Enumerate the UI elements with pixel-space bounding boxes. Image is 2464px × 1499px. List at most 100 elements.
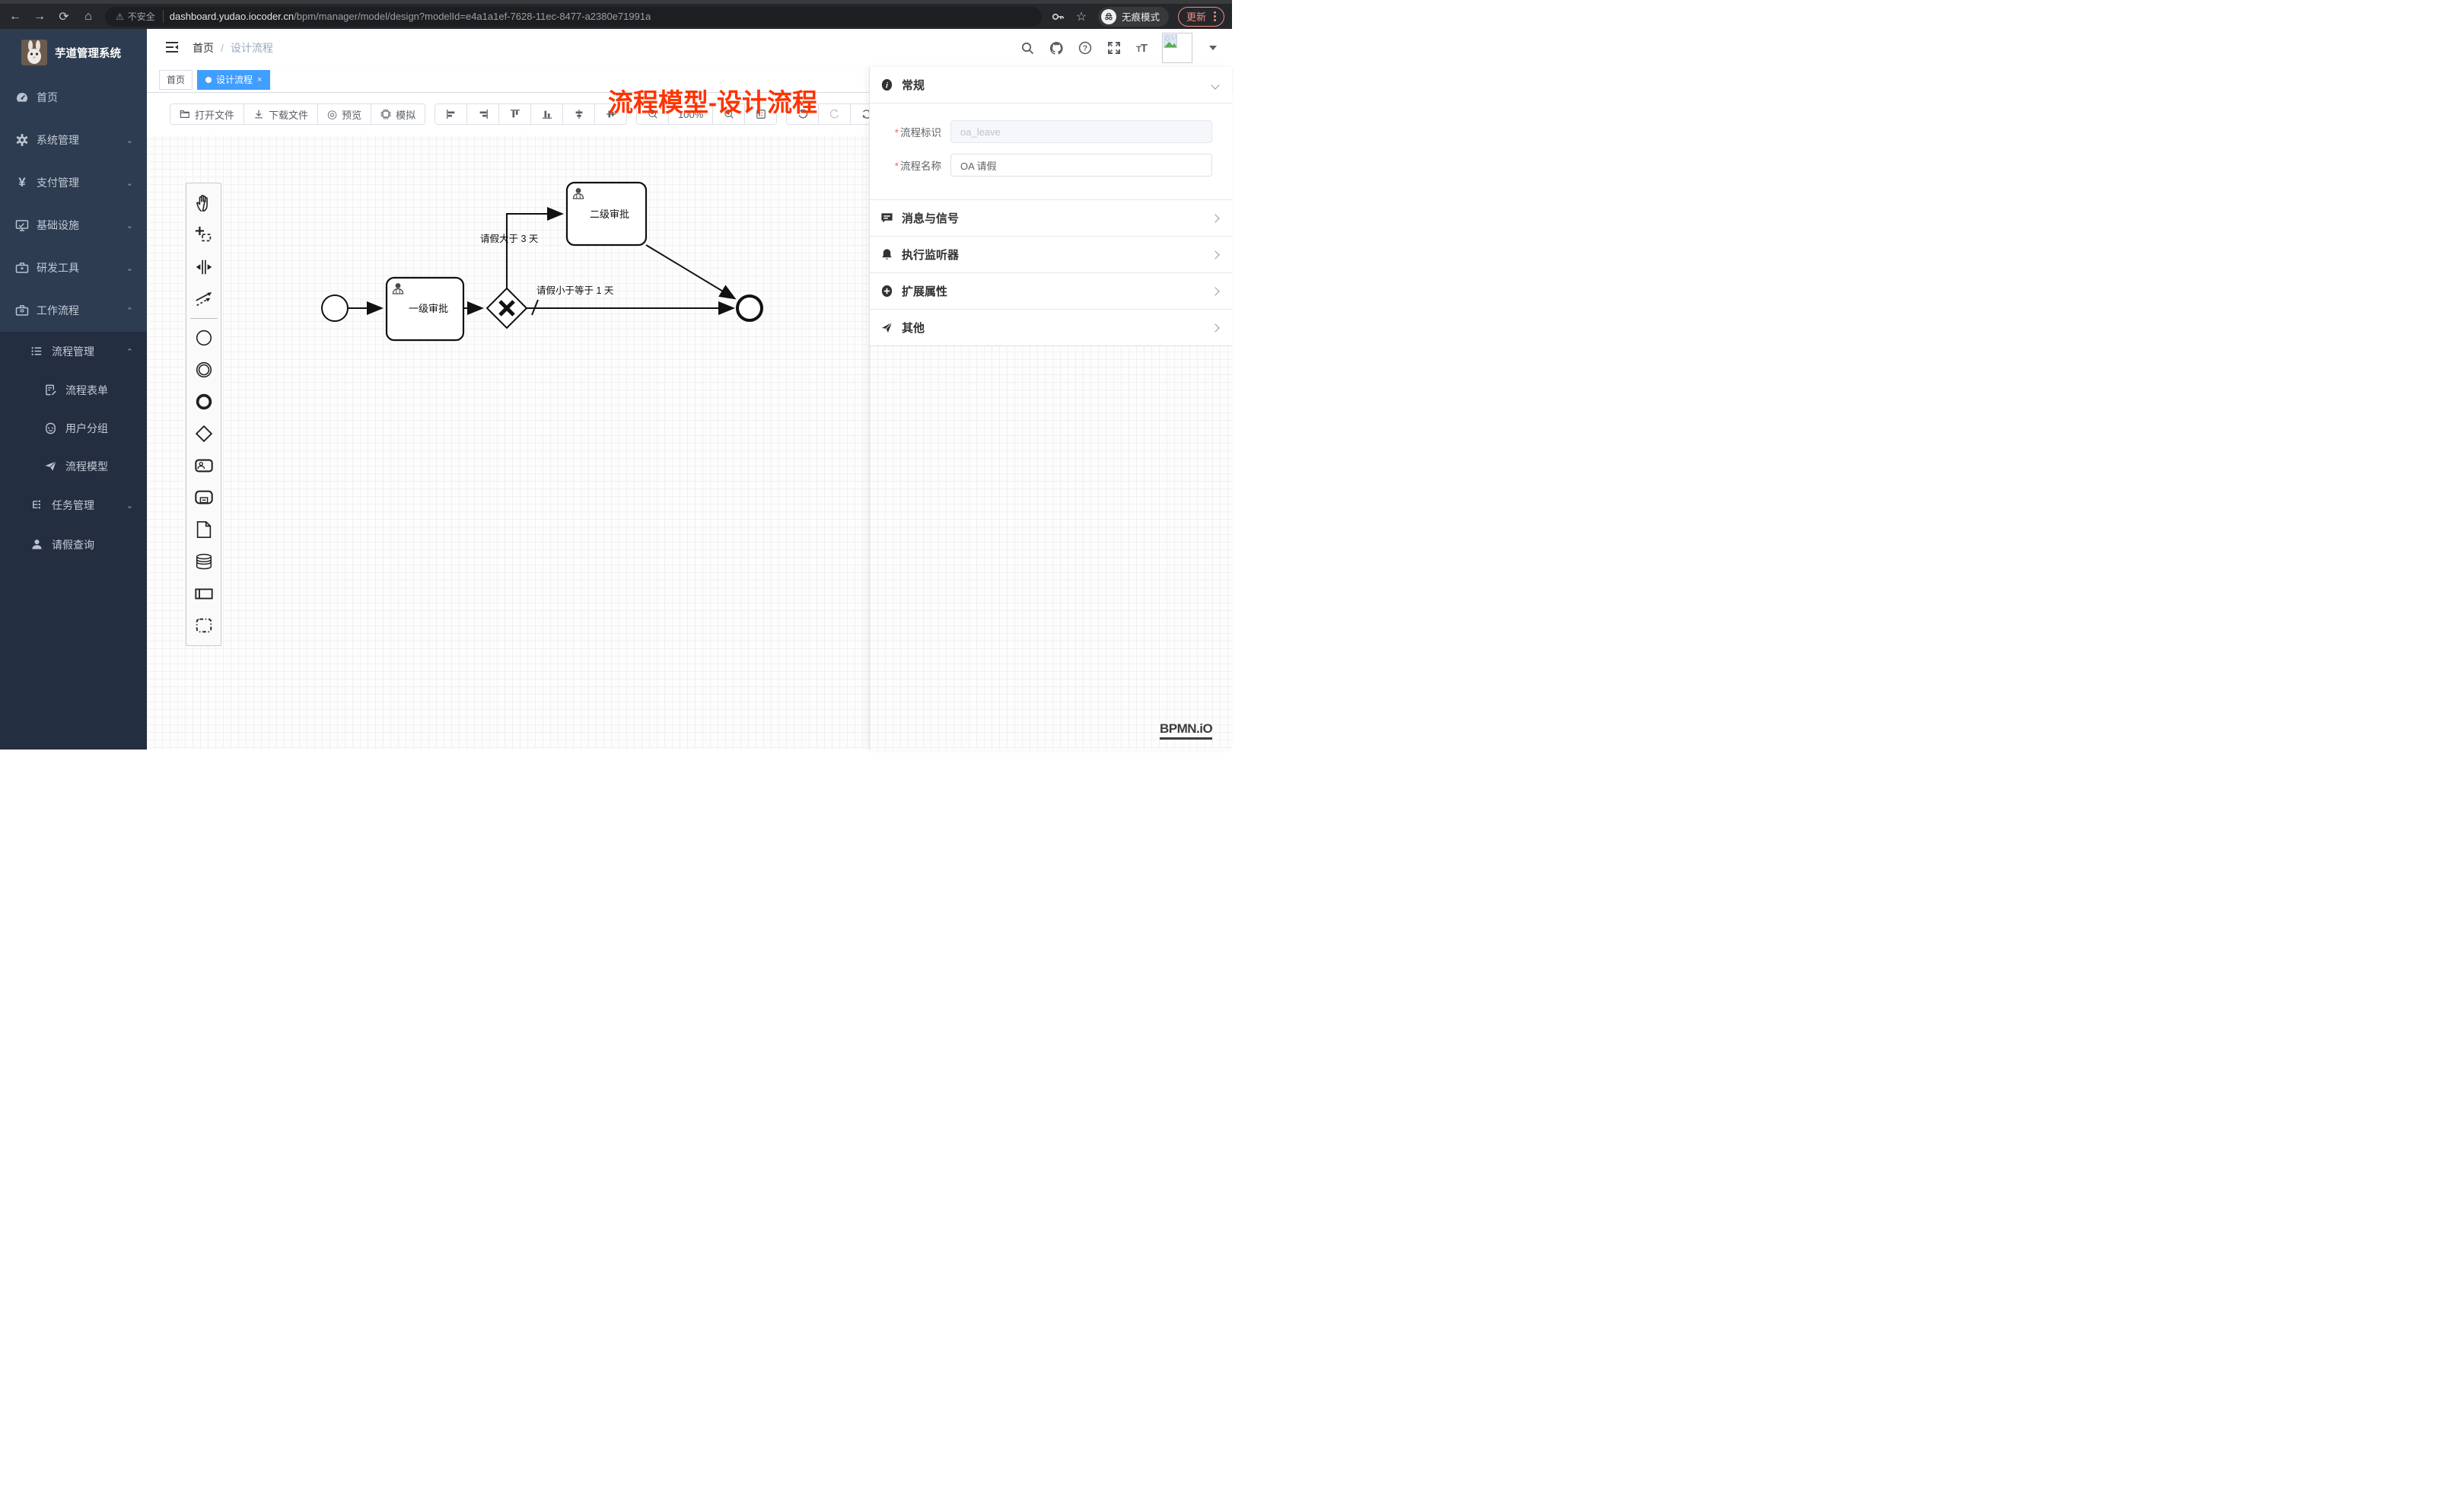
sidebar-item-home[interactable]: 首页 — [0, 76, 147, 119]
sidebar-item-label: 流程管理 — [52, 344, 94, 359]
sidebar-item-workflow[interactable]: 工作流程 ⌃ — [0, 289, 147, 332]
github-icon[interactable] — [1049, 41, 1063, 55]
create-start-event[interactable] — [187, 322, 220, 354]
flow-task2-to-end[interactable] — [646, 245, 734, 298]
person-icon — [30, 538, 44, 552]
dashboard-icon — [15, 91, 29, 104]
create-participant[interactable] — [187, 578, 220, 609]
user-task-level2[interactable]: 二级审批 — [567, 183, 646, 245]
sidebar-item-system[interactable]: 系统管理 ⌄ — [0, 119, 147, 161]
create-data-store[interactable] — [187, 546, 220, 578]
section-execution-listener[interactable]: 执行监听器 — [870, 237, 1232, 273]
exclusive-gateway[interactable] — [487, 288, 527, 328]
bookmark-star-icon[interactable]: ☆ — [1074, 9, 1089, 24]
password-key-icon[interactable] — [1051, 10, 1065, 24]
create-subprocess[interactable] — [187, 482, 220, 514]
section-extended-attrs[interactable]: 扩展属性 — [870, 273, 1232, 310]
section-other[interactable]: 其他 — [870, 310, 1232, 346]
tag-design-active[interactable]: 设计流程 × — [197, 70, 270, 90]
task2-label: 二级审批 — [590, 208, 629, 220]
tag-close-icon[interactable]: × — [257, 75, 262, 84]
section-title: 执行监听器 — [902, 247, 959, 263]
sidebar-item-process-mgmt[interactable]: 流程管理 ⌃ — [0, 332, 147, 371]
preview-button[interactable]: ◎ 预览 — [317, 103, 371, 125]
process-key-label: *流程标识 — [870, 124, 950, 139]
end-event[interactable] — [737, 296, 762, 320]
create-gateway[interactable] — [187, 418, 220, 450]
incognito-label: 无痕模式 — [1122, 9, 1160, 24]
align-vcenter-button[interactable] — [562, 103, 595, 125]
font-size-icon[interactable]: TT — [1136, 42, 1147, 55]
sidebar-item-infra[interactable]: 基础设施 ⌄ — [0, 204, 147, 247]
sidebar-item-process-form[interactable]: 流程表单 — [0, 371, 147, 409]
address-bar[interactable]: ⚠ 不安全 dashboard.yudao.iocoder.cn/bpm/man… — [105, 7, 1042, 27]
lasso-tool[interactable] — [187, 219, 220, 251]
create-intermediate-event[interactable] — [187, 354, 220, 386]
breadcrumb-home[interactable]: 首页 — [193, 40, 214, 56]
app-title: 芋道管理系统 — [55, 45, 121, 61]
browser-home-button[interactable]: ⌂ — [81, 10, 96, 24]
process-name-label: *流程名称 — [870, 158, 950, 173]
hand-tool[interactable] — [187, 187, 220, 219]
tag-home[interactable]: 首页 — [159, 70, 193, 90]
sidebar-item-process-model[interactable]: 流程模型 — [0, 447, 147, 485]
align-left-button[interactable] — [435, 103, 467, 125]
app-logo[interactable]: 芋道管理系统 — [0, 29, 147, 76]
browser-reload-button[interactable]: ⟳ — [56, 9, 72, 24]
space-tool[interactable] — [187, 251, 220, 283]
workflow-submenu: 流程管理 ⌃ 流程表单 用户分组 流程模型 任务管理 — [0, 332, 147, 750]
align-hcenter-button[interactable] — [594, 103, 627, 125]
zoom-in-button[interactable] — [712, 103, 745, 125]
create-end-event[interactable] — [187, 386, 220, 418]
zoom-out-button[interactable] — [636, 103, 669, 125]
sidebar-item-task-mgmt[interactable]: 任务管理 ⌄ — [0, 485, 147, 525]
site-security-indicator[interactable]: ⚠ 不安全 — [116, 10, 164, 23]
robot-face-icon — [44, 422, 58, 435]
toolbox-icon — [15, 261, 29, 275]
sidebar-item-leave-query[interactable]: 请假查询 — [0, 525, 147, 565]
redo-button[interactable] — [818, 103, 851, 125]
user-task-level1[interactable]: 一级审批 — [387, 278, 463, 340]
download-file-button[interactable]: 下载文件 — [244, 103, 318, 125]
section-title: 常规 — [902, 77, 925, 93]
bpmn-palette — [186, 183, 221, 646]
section-message-signal[interactable]: 消息与信号 — [870, 200, 1232, 237]
create-data-object[interactable] — [187, 514, 220, 546]
align-bottom-button[interactable] — [530, 103, 563, 125]
process-key-input[interactable] — [950, 120, 1212, 143]
simulate-button[interactable]: 模拟 — [371, 103, 425, 125]
browser-forward-button[interactable]: → — [32, 10, 47, 24]
create-group[interactable] — [187, 609, 220, 641]
user-avatar[interactable] — [1162, 33, 1192, 63]
process-name-input[interactable] — [950, 154, 1212, 177]
flow-gateway-to-task2[interactable] — [507, 214, 562, 288]
condition-label-le1: 请假小于等于 1 天 — [536, 285, 614, 296]
fullscreen-icon[interactable] — [1107, 41, 1121, 55]
align-right-button[interactable] — [466, 103, 499, 125]
start-event[interactable] — [322, 295, 348, 321]
logo-avatar — [21, 40, 47, 65]
sidebar-fold-icon[interactable] — [165, 41, 179, 55]
browser-back-button[interactable]: ← — [8, 10, 23, 24]
global-connect-tool[interactable] — [187, 283, 220, 315]
bpmn-io-logo[interactable]: BPMN.iO — [1160, 721, 1212, 740]
create-user-task[interactable] — [187, 450, 220, 482]
search-icon[interactable] — [1020, 41, 1034, 55]
sidebar-item-payment[interactable]: ¥ 支付管理 ⌄ — [0, 161, 147, 204]
svg-text:?: ? — [1083, 45, 1087, 53]
sidebar-item-user-group[interactable]: 用户分组 — [0, 409, 147, 447]
open-file-button[interactable]: 打开文件 — [170, 103, 244, 125]
avatar-dropdown-caret[interactable] — [1209, 46, 1217, 50]
sidebar-item-devtools[interactable]: 研发工具 ⌄ — [0, 247, 147, 289]
zoom-level[interactable]: 100% — [668, 103, 713, 125]
sidebar-item-label: 工作流程 — [37, 303, 79, 318]
undo-button[interactable] — [786, 103, 819, 125]
help-icon[interactable]: ? — [1078, 41, 1092, 55]
browser-menu-icon[interactable] — [1214, 11, 1216, 21]
browser-update-button[interactable]: 更新 — [1178, 7, 1224, 27]
section-general[interactable]: i 常规 — [870, 67, 1232, 103]
plus-circle-icon — [880, 285, 893, 298]
align-top-button[interactable] — [498, 103, 531, 125]
zoom-reset-button[interactable] — [744, 103, 777, 125]
incognito-badge: 无痕模式 — [1098, 7, 1169, 27]
